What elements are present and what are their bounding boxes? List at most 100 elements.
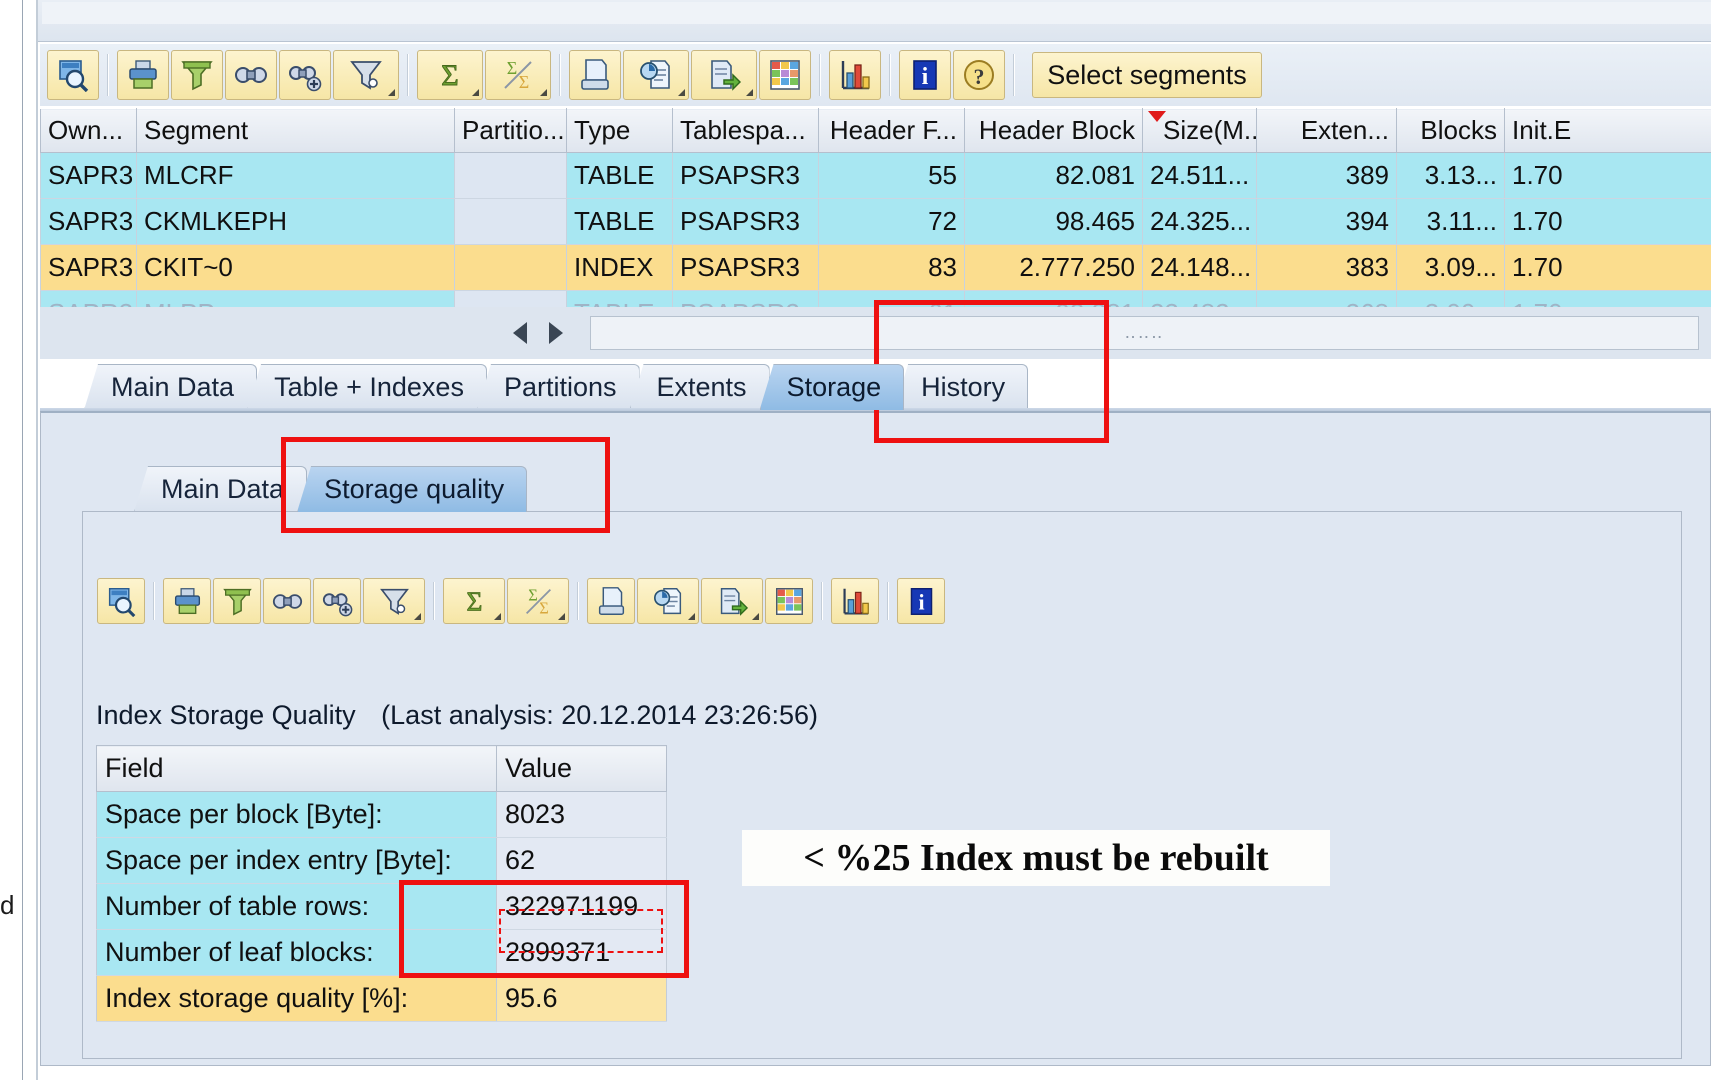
column-header-field[interactable]: Field — [96, 745, 497, 792]
cell-tablespa[interactable]: PSAPSR3 — [672, 152, 819, 199]
cell-init-e[interactable]: 1.70 — [1504, 152, 1711, 199]
storage-quality-row[interactable]: Index storage quality [%]: 95.6 — [96, 975, 667, 1022]
layout-settings-icon[interactable] — [623, 50, 689, 100]
chevron-down-icon[interactable] — [494, 613, 501, 620]
column-header-exten[interactable]: Exten... — [1256, 108, 1397, 153]
filter-icon[interactable] — [333, 50, 399, 100]
scroll-left-arrow-icon[interactable] — [502, 313, 538, 353]
chevron-down-icon[interactable] — [688, 613, 695, 620]
find-icon[interactable] — [263, 578, 311, 624]
chevron-down-icon[interactable] — [388, 89, 395, 96]
cell-header-f[interactable]: 72 — [818, 198, 965, 245]
cell-size-m[interactable]: 24.325... — [1142, 198, 1257, 245]
scroll-thumb-grip[interactable]: ‥‥‥ — [1124, 323, 1164, 343]
cell-header-f[interactable]: 55 — [818, 152, 965, 199]
find-icon[interactable] — [225, 50, 277, 100]
cell-header-block[interactable]: 82.081 — [964, 152, 1143, 199]
layout-settings-icon[interactable] — [637, 578, 699, 624]
storage-quality-row[interactable]: Space per index entry [Byte]: 62 — [96, 837, 667, 884]
column-header-size-m[interactable]: Size(M... — [1142, 108, 1257, 153]
subtab-main-data[interactable]: Main Data — [134, 466, 308, 512]
print-preview-icon[interactable] — [569, 50, 621, 100]
storage-quality-row[interactable]: Number of table rows: 322971199 — [96, 883, 667, 930]
table-row[interactable]: SAPR3 CKMLKEPH TABLE PSAPSR3 72 98.465 24.325.… — [40, 198, 1711, 245]
print-icon[interactable] — [163, 578, 211, 624]
print-icon[interactable] — [117, 50, 169, 100]
cell-own[interactable]: SAPR3 — [40, 244, 137, 291]
graphic-chart-icon[interactable] — [831, 578, 879, 624]
chevron-down-icon[interactable] — [414, 613, 421, 620]
cell-header-f[interactable]: 83 — [818, 244, 965, 291]
cell-segment[interactable]: CKMLKEPH — [136, 198, 455, 245]
cell-tablespa[interactable]: PSAPSR3 — [672, 244, 819, 291]
tab-extents[interactable]: Extents — [629, 364, 770, 410]
subtotal-sigma-icon[interactable]: Σ Σ — [485, 50, 551, 100]
spreadsheet-icon[interactable] — [765, 578, 813, 624]
chevron-down-icon[interactable] — [752, 613, 759, 620]
table-row[interactable]: SAPR3 MLCRF TABLE PSAPSR3 55 82.081 24.511... 3… — [40, 152, 1711, 199]
tab-storage[interactable]: Storage — [759, 364, 905, 410]
select-segments-button[interactable]: Select segments — [1032, 52, 1262, 98]
total-sigma-icon[interactable]: Σ — [443, 578, 505, 624]
column-header-init-e[interactable]: Init.E — [1504, 108, 1711, 153]
chevron-down-icon[interactable] — [540, 89, 547, 96]
export-icon[interactable] — [701, 578, 763, 624]
chevron-down-icon[interactable] — [558, 613, 565, 620]
field-value[interactable]: 322971199 — [496, 883, 667, 930]
spreadsheet-icon[interactable] — [759, 50, 811, 100]
chevron-down-icon[interactable] — [678, 89, 685, 96]
cell-header-block[interactable]: 2.777.250 — [964, 244, 1143, 291]
column-header-own[interactable]: Own... — [40, 108, 137, 153]
cell-type[interactable]: TABLE — [566, 198, 673, 245]
cell-partitio[interactable] — [454, 152, 567, 199]
field-label[interactable]: Space per block [Byte]: — [96, 791, 497, 838]
storage-quality-row[interactable]: Space per block [Byte]: 8023 — [96, 791, 667, 838]
cell-partitio[interactable] — [454, 244, 567, 291]
scroll-right-arrow-icon[interactable] — [538, 313, 574, 353]
cell-exten[interactable]: 394 — [1256, 198, 1397, 245]
column-header-header-f[interactable]: Header F... — [818, 108, 965, 153]
cell-own[interactable]: SAPR3 — [40, 152, 137, 199]
subtotal-sigma-icon[interactable]: Σ Σ — [507, 578, 569, 624]
field-value[interactable]: 2899371 — [496, 929, 667, 976]
chevron-down-icon[interactable] — [746, 89, 753, 96]
field-label[interactable]: Number of leaf blocks: — [96, 929, 497, 976]
sort-ascending-icon[interactable] — [213, 578, 261, 624]
field-value[interactable]: 8023 — [496, 791, 667, 838]
cell-blocks[interactable]: 3.09... — [1396, 244, 1505, 291]
tab-partitions[interactable]: Partitions — [476, 364, 640, 410]
column-header-tablespa[interactable]: Tablespa... — [672, 108, 819, 153]
column-header-segment[interactable]: Segment — [136, 108, 455, 153]
print-preview-icon[interactable] — [587, 578, 635, 624]
total-sigma-icon[interactable]: Σ — [417, 50, 483, 100]
table-row[interactable]: SAPR3 CKIT~0 INDEX PSAPSR3 83 2.777.250 24.148… — [40, 244, 1711, 291]
cell-segment[interactable]: MLCRF — [136, 152, 455, 199]
cell-init-e[interactable]: 1.70 — [1504, 198, 1711, 245]
field-label[interactable]: Number of table rows: — [96, 883, 497, 930]
graphic-chart-icon[interactable] — [829, 50, 881, 100]
cell-header-block[interactable]: 98.465 — [964, 198, 1143, 245]
find-next-icon[interactable] — [313, 578, 361, 624]
detail-magnifier-icon[interactable] — [47, 50, 99, 100]
detail-magnifier-icon[interactable] — [97, 578, 145, 624]
export-icon[interactable] — [691, 50, 757, 100]
field-value[interactable]: 62 — [496, 837, 667, 884]
cell-blocks[interactable]: 3.13... — [1396, 152, 1505, 199]
cell-tablespa[interactable]: PSAPSR3 — [672, 198, 819, 245]
info-icon[interactable]: i — [897, 578, 945, 624]
cell-size-m[interactable]: 24.511... — [1142, 152, 1257, 199]
tab-history[interactable]: History — [894, 364, 1029, 410]
info-icon[interactable]: i — [899, 50, 951, 100]
help-icon[interactable]: ? — [953, 50, 1005, 100]
column-header-type[interactable]: Type — [566, 108, 673, 153]
sort-ascending-icon[interactable] — [171, 50, 223, 100]
cell-exten[interactable]: 389 — [1256, 152, 1397, 199]
scroll-track[interactable]: ‥‥‥ — [590, 316, 1699, 350]
storage-quality-row[interactable]: Number of leaf blocks: 2899371 — [96, 929, 667, 976]
column-header-header-block[interactable]: Header Block — [964, 108, 1143, 153]
cell-init-e[interactable]: 1.70 — [1504, 244, 1711, 291]
field-value[interactable]: 95.6 — [496, 975, 667, 1022]
tab-main-data[interactable]: Main Data — [84, 364, 258, 410]
grid-horizontal-scrollbar[interactable]: ‥‥‥ — [40, 307, 1711, 359]
cell-partitio[interactable] — [454, 198, 567, 245]
